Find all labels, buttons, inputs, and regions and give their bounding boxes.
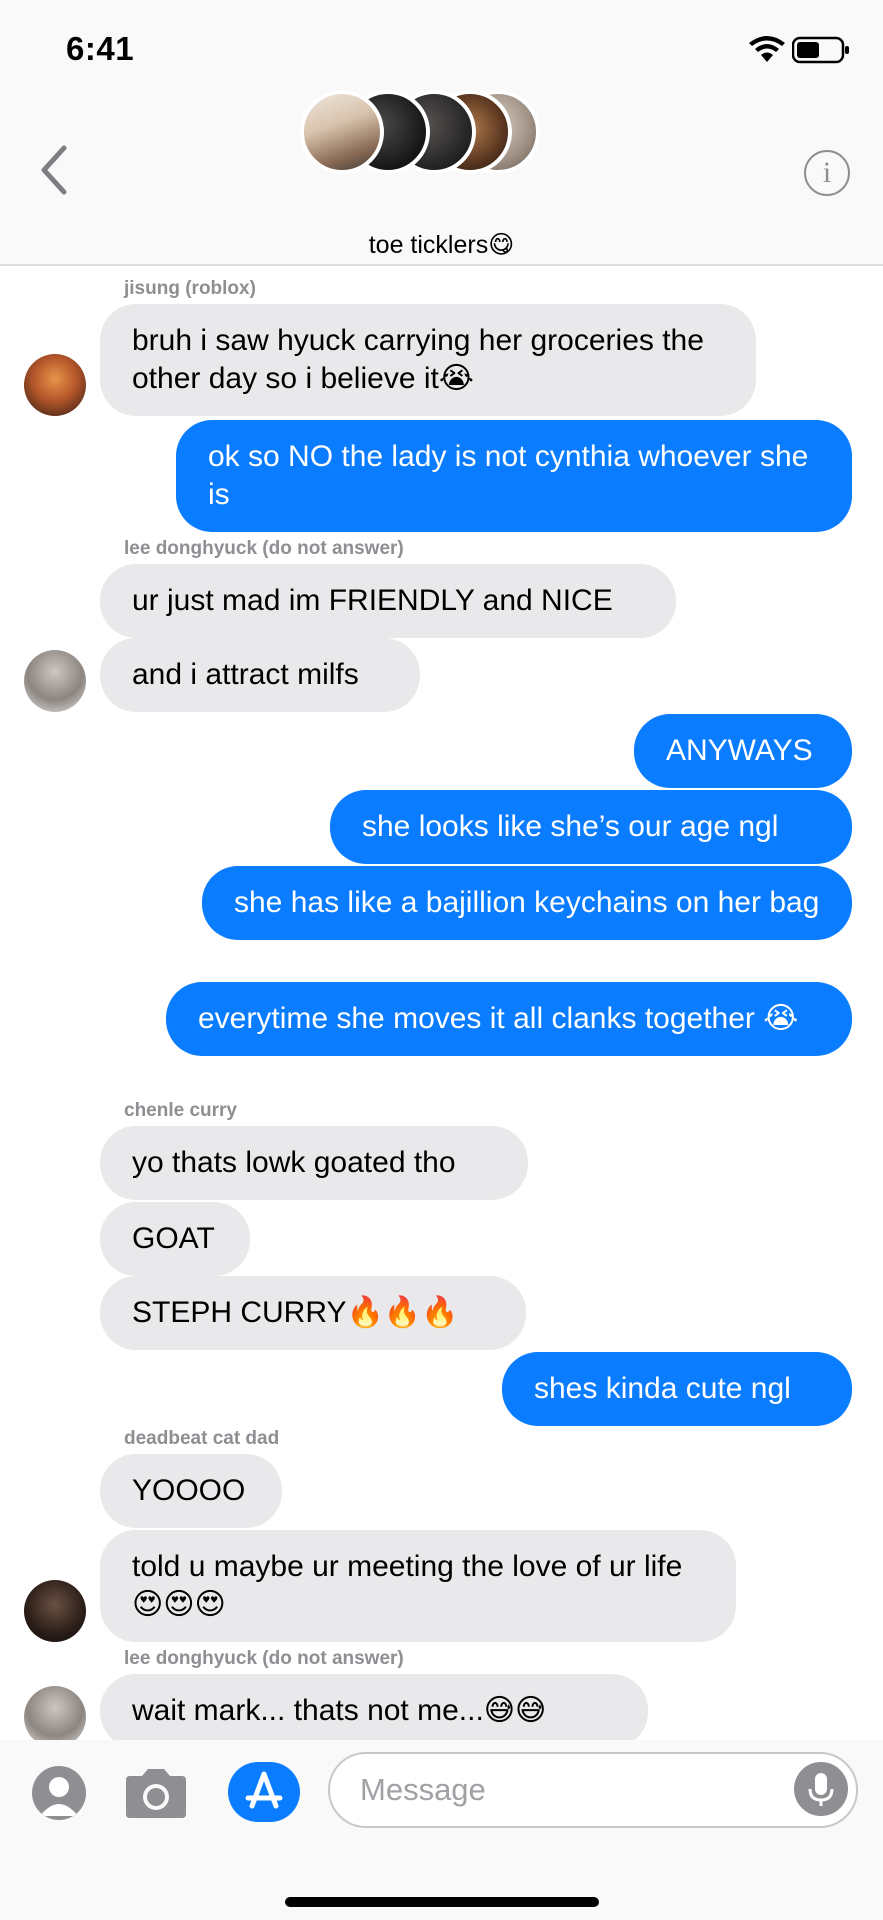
sent-message-bubble[interactable]: she looks like she’s our age ngl	[330, 790, 852, 864]
info-icon[interactable]: i	[804, 150, 850, 196]
received-message-bubble[interactable]: GOAT	[100, 1202, 250, 1276]
received-message-bubble[interactable]: yo thats lowk goated tho	[100, 1126, 528, 1200]
received-message-bubble[interactable]: and i attract milfs	[100, 638, 420, 712]
sender-name: jisung (roblox)	[124, 278, 256, 299]
status-time: 6:41	[66, 30, 135, 67]
received-message-bubble[interactable]: bruh i saw hyuck carrying her groceries …	[100, 304, 756, 416]
sent-message-bubble[interactable]: ANYWAYS	[634, 714, 852, 788]
sent-message-bubble[interactable]: ok so NO the lady is not cynthia whoever…	[176, 420, 852, 532]
camera-icon[interactable]	[122, 1766, 190, 1820]
received-message-bubble[interactable]: STEPH CURRY🔥🔥🔥	[100, 1276, 526, 1350]
sender-name: chenle curry	[124, 1100, 237, 1121]
sent-message-bubble[interactable]: everytime she moves it all clanks togeth…	[166, 982, 852, 1056]
group-name: toe ticklers	[368, 231, 489, 259]
microphone-icon[interactable]	[794, 1762, 848, 1816]
conversation-header: toe ticklers😋 i	[0, 90, 883, 266]
received-message-bubble[interactable]: YOOOO	[100, 1454, 282, 1528]
sender-name: deadbeat cat dad	[124, 1428, 280, 1449]
group-member-avatar	[300, 90, 384, 174]
sender-avatar[interactable]	[24, 354, 86, 416]
group-title-emoji: 😋	[488, 231, 515, 259]
sent-message-bubble[interactable]: shes kinda cute ngl	[502, 1352, 852, 1426]
received-message-bubble[interactable]: ur just mad im FRIENDLY and NICE	[100, 564, 676, 638]
sender-name: lee donghyuck (do not answer)	[124, 538, 404, 559]
sender-avatar[interactable]	[24, 1580, 86, 1642]
app-store-icon[interactable]	[228, 1762, 300, 1822]
home-indicator[interactable]	[285, 1897, 599, 1907]
message-input-bar	[0, 1740, 883, 1920]
wifi-icon	[749, 36, 785, 62]
contact-icon[interactable]	[32, 1766, 86, 1820]
group-avatar-stack[interactable]	[300, 90, 540, 180]
sent-message-bubble[interactable]: she has like a bajillion keychains on he…	[202, 866, 852, 940]
message-list[interactable]: jisung (roblox) bruh i saw hyuck carryin…	[0, 268, 883, 1740]
received-message-bubble[interactable]: wait mark... thats not me...😅😅	[100, 1674, 648, 1740]
message-input[interactable]	[328, 1752, 858, 1828]
received-message-bubble[interactable]: told u maybe ur meeting the love of ur l…	[100, 1530, 736, 1642]
back-button[interactable]	[36, 144, 72, 196]
sender-name: lee donghyuck (do not answer)	[124, 1648, 404, 1669]
sender-avatar[interactable]	[24, 1686, 86, 1740]
battery-icon	[792, 36, 849, 64]
sender-avatar[interactable]	[24, 650, 86, 712]
status-bar: 6:41	[0, 0, 883, 90]
group-title[interactable]: toe ticklers😋	[0, 230, 883, 260]
